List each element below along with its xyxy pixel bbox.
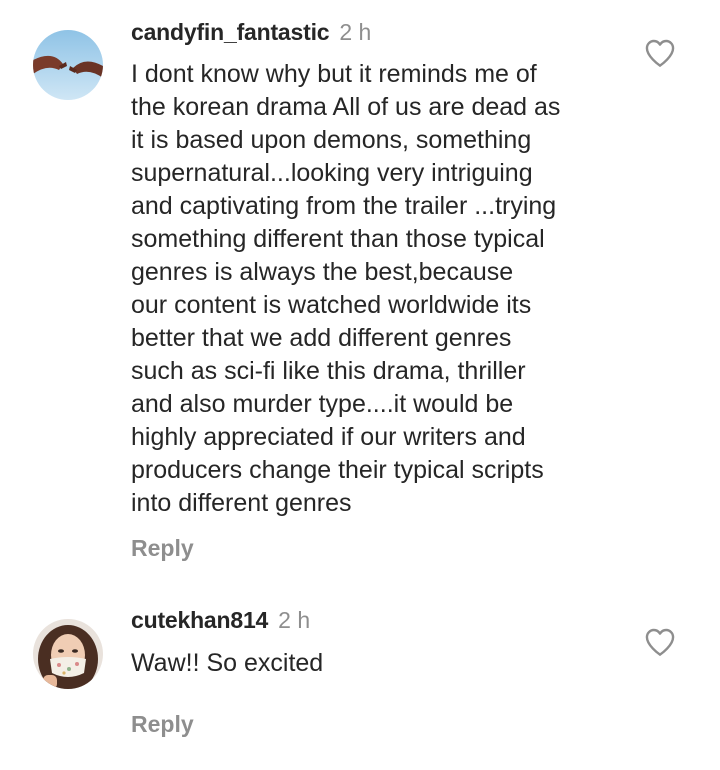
- reply-button[interactable]: Reply: [131, 711, 194, 738]
- timestamp: 2 h: [278, 607, 311, 633]
- username[interactable]: cutekhan814: [131, 607, 268, 633]
- comment-text: Waw!! So excited: [131, 649, 324, 677]
- avatar[interactable]: [33, 30, 103, 100]
- comment-meta: candyfin_fantastic 2 h: [131, 18, 371, 46]
- reply-button[interactable]: Reply: [131, 535, 194, 562]
- comment-meta: cutekhan814 2 h: [131, 606, 310, 634]
- heart-outline-icon: [645, 39, 675, 67]
- comment-text: I dont know why but it reminds me of the…: [131, 60, 561, 517]
- hands-reaching-avatar-icon: [33, 30, 103, 100]
- timestamp: 2 h: [339, 19, 372, 45]
- heart-outline-icon: [645, 628, 675, 656]
- username[interactable]: candyfin_fantastic: [131, 19, 330, 45]
- like-button[interactable]: [644, 627, 676, 657]
- woman-with-mask-avatar-icon: [33, 619, 103, 689]
- like-button[interactable]: [644, 38, 676, 68]
- avatar[interactable]: [33, 619, 103, 689]
